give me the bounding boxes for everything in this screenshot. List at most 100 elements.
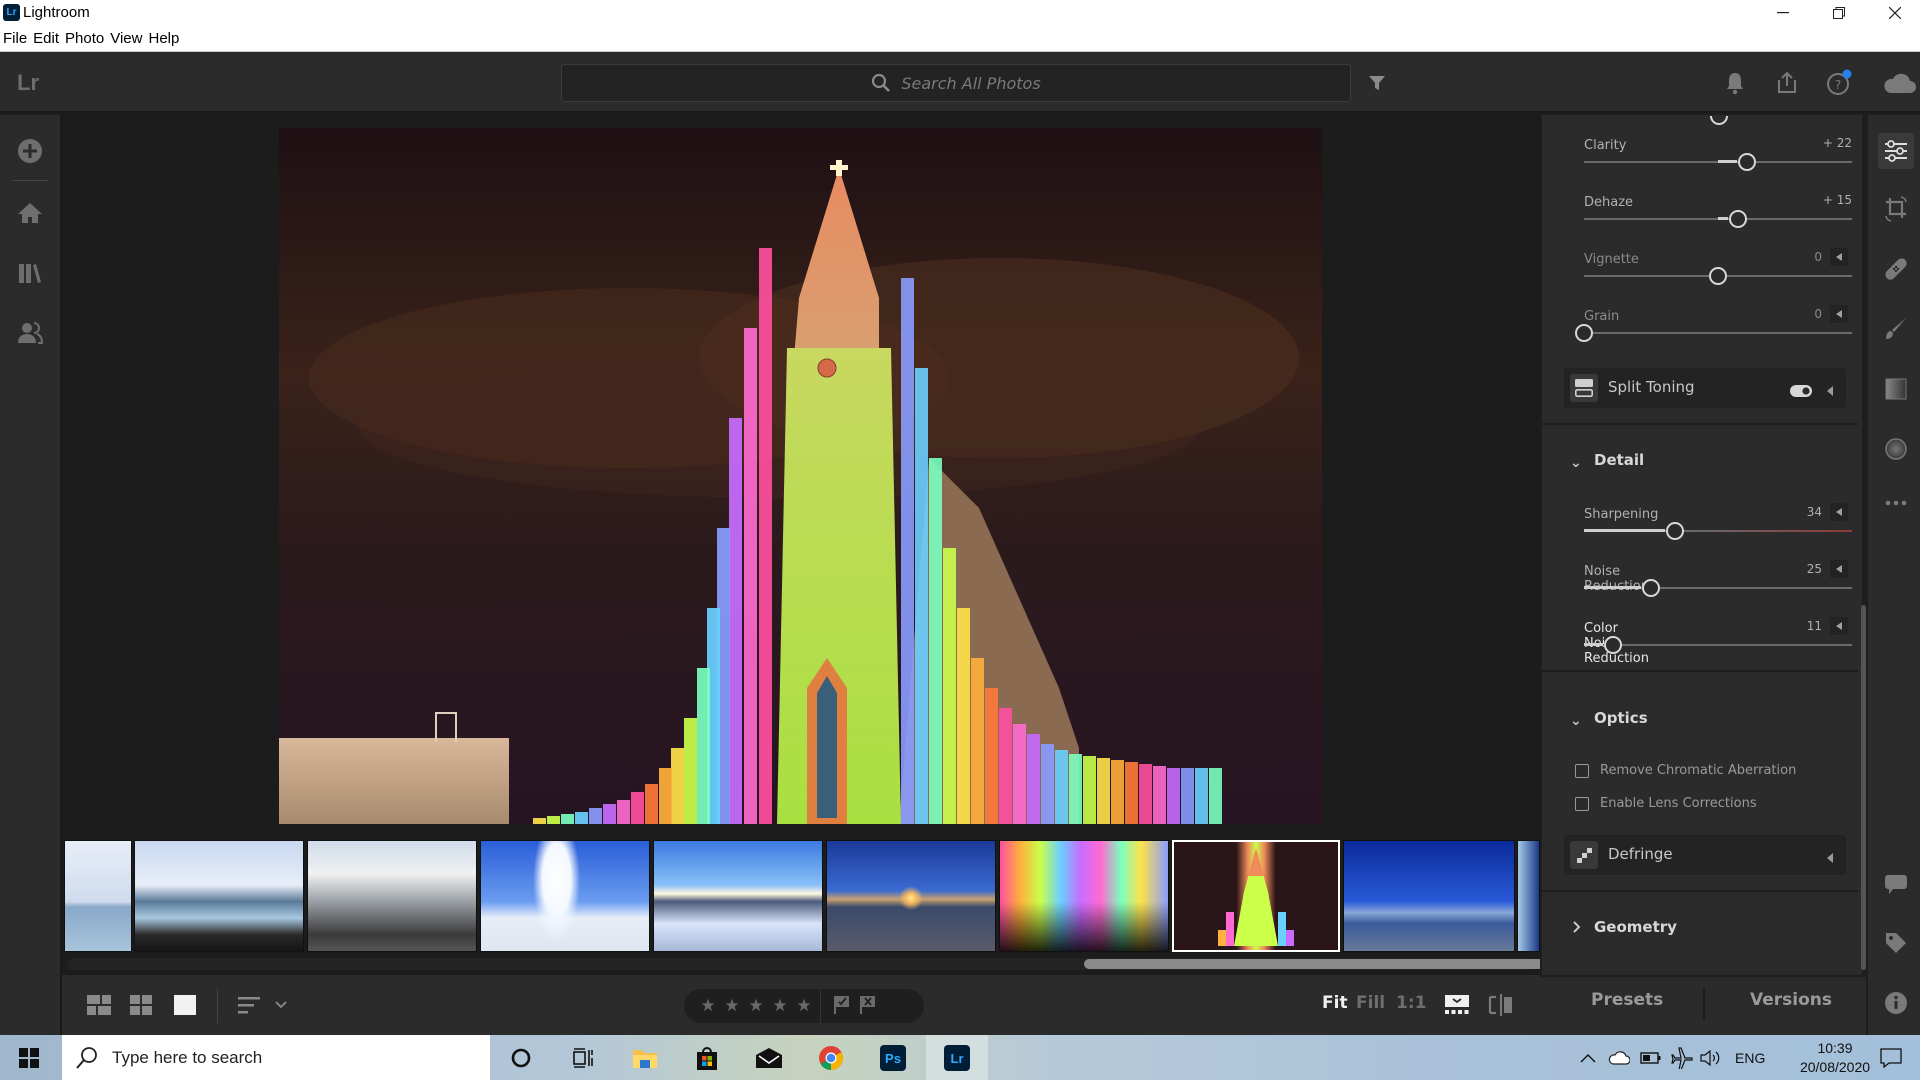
vignette-slider-handle[interactable]: [1709, 267, 1727, 285]
menu-edit[interactable]: Edit: [33, 30, 59, 47]
menu-file[interactable]: File: [3, 30, 27, 47]
action-center-button[interactable]: [1880, 1035, 1902, 1080]
volume-tray-icon[interactable]: [1700, 1035, 1724, 1080]
star-5-button[interactable]: ★: [792, 996, 816, 1016]
defringe-expand[interactable]: [1826, 849, 1834, 868]
geometry-title[interactable]: Geometry: [1594, 918, 1677, 936]
defringe-row[interactable]: Defringe: [1564, 835, 1846, 875]
battery-tray-icon[interactable]: [1640, 1035, 1662, 1080]
square-grid-button[interactable]: [86, 993, 112, 1017]
clarity-slider-handle[interactable]: [1738, 153, 1757, 171]
zoom-fill-button[interactable]: Fill: [1356, 993, 1385, 1013]
close-button[interactable]: [1872, 0, 1918, 26]
radial-gradient-button[interactable]: [1878, 431, 1914, 467]
grain-slider-track[interactable]: [1584, 332, 1852, 334]
crop-button[interactable]: [1878, 191, 1914, 227]
people-button[interactable]: [14, 317, 46, 349]
add-photos-button[interactable]: [14, 135, 46, 167]
sort-dropdown-button[interactable]: [272, 993, 290, 1017]
healing-button[interactable]: [1878, 251, 1914, 287]
color-noise-reduction-value[interactable]: 11: [1792, 619, 1822, 633]
home-button[interactable]: [14, 197, 46, 229]
filmstrip-thumbnail[interactable]: [653, 840, 823, 952]
sharpening-value[interactable]: 34: [1792, 505, 1822, 519]
photoshop-button[interactable]: Ps: [876, 1041, 910, 1075]
share-button[interactable]: [1772, 68, 1802, 98]
filmstrip-thumbnail[interactable]: [480, 840, 650, 952]
optics-section-header[interactable]: ⌄: [1570, 710, 1582, 729]
menu-photo[interactable]: Photo: [65, 30, 104, 47]
star-2-button[interactable]: ★: [720, 996, 744, 1016]
taskbar-search[interactable]: Type here to search: [62, 1035, 490, 1080]
linear-gradient-button[interactable]: [1878, 371, 1914, 407]
zoom-fit-button[interactable]: Fit: [1322, 993, 1348, 1013]
before-after-button[interactable]: [1486, 993, 1516, 1017]
store-button[interactable]: [690, 1041, 724, 1075]
presets-tab[interactable]: Presets: [1591, 990, 1663, 1010]
more-tools-button[interactable]: [1878, 485, 1914, 521]
single-view-button[interactable]: [172, 993, 198, 1017]
color-noise-reduction-slider-track[interactable]: [1584, 644, 1852, 646]
remove-chromatic-aberration-checkbox[interactable]: [1575, 764, 1589, 778]
brush-button[interactable]: [1878, 311, 1914, 347]
grain-slider-handle[interactable]: [1575, 324, 1593, 342]
color-noise-reduction-reset-button[interactable]: [1830, 617, 1848, 635]
minimize-button[interactable]: [1760, 0, 1806, 26]
lightroom-taskbar-button[interactable]: Lr: [940, 1041, 974, 1075]
cloud-sync-button[interactable]: [1880, 68, 1918, 98]
sort-button[interactable]: [238, 993, 264, 1017]
task-view-button[interactable]: [566, 1041, 600, 1075]
comments-button[interactable]: [1878, 867, 1914, 903]
optics-title[interactable]: Optics: [1594, 709, 1648, 727]
flag-pick-button[interactable]: [833, 994, 851, 1018]
detail-section-header[interactable]: ⌄: [1570, 452, 1582, 471]
keywords-button[interactable]: [1878, 925, 1914, 961]
onedrive-tray-icon[interactable]: [1608, 1035, 1630, 1080]
star-4-button[interactable]: ★: [768, 996, 792, 1016]
filmstrip-thumbnail[interactable]: [1343, 840, 1515, 952]
cortana-button[interactable]: [504, 1041, 538, 1075]
chrome-button[interactable]: [814, 1041, 848, 1075]
library-button[interactable]: [14, 257, 46, 289]
noise-reduction-slider-handle[interactable]: [1642, 579, 1660, 597]
search-input[interactable]: Search All Photos: [561, 64, 1351, 102]
versions-tab[interactable]: Versions: [1750, 990, 1832, 1010]
filmstrip-scrollbar[interactable]: [62, 956, 1578, 974]
detail-title[interactable]: Detail: [1594, 451, 1644, 469]
vignette-reset-button[interactable]: [1830, 248, 1848, 266]
airplane-mode-tray-icon[interactable]: [1670, 1035, 1694, 1080]
info-button[interactable]: [1878, 985, 1914, 1021]
clarity-value[interactable]: + 22: [1792, 136, 1852, 150]
sharpening-slider-handle[interactable]: [1666, 522, 1685, 540]
filter-button[interactable]: [1362, 68, 1392, 98]
sharpening-reset-button[interactable]: [1830, 503, 1848, 521]
file-explorer-button[interactable]: [628, 1041, 662, 1075]
dehaze-slider-handle[interactable]: [1729, 210, 1748, 228]
filmstrip-thumbnail[interactable]: [134, 840, 304, 952]
geometry-section-header[interactable]: [1572, 919, 1582, 938]
photo-grid-button[interactable]: [128, 993, 154, 1017]
filmstrip-thumbnail-selected[interactable]: [1172, 840, 1340, 952]
noise-reduction-reset-button[interactable]: [1830, 560, 1848, 578]
language-indicator[interactable]: ENG: [1735, 1035, 1765, 1080]
split-toning-expand[interactable]: [1826, 382, 1834, 401]
star-1-button[interactable]: ★: [696, 996, 720, 1016]
filmstrip-thumbnail[interactable]: [1517, 840, 1540, 952]
filmstrip-thumbnail[interactable]: [64, 840, 132, 952]
noise-reduction-value[interactable]: 25: [1792, 562, 1822, 576]
remove-chromatic-aberration-label[interactable]: Remove Chromatic Aberration: [1600, 763, 1796, 778]
flag-reject-button[interactable]: [859, 994, 877, 1018]
start-button[interactable]: [12, 1041, 46, 1075]
zoom-1to1-button[interactable]: 1:1: [1396, 993, 1426, 1013]
vignette-value[interactable]: 0: [1792, 250, 1822, 264]
filmstrip-thumbnail[interactable]: [999, 840, 1169, 952]
help-button[interactable]: ?: [1824, 68, 1854, 98]
menu-view[interactable]: View: [110, 30, 142, 47]
enable-lens-corrections-checkbox[interactable]: [1575, 797, 1589, 811]
filmstrip-toggle-button[interactable]: [1442, 993, 1472, 1017]
scrollbar-thumb[interactable]: [1084, 959, 1578, 969]
edit-button[interactable]: [1878, 133, 1914, 169]
split-toning-toggle[interactable]: [1790, 382, 1812, 401]
dehaze-value[interactable]: + 15: [1792, 193, 1852, 207]
enable-lens-corrections-label[interactable]: Enable Lens Corrections: [1600, 796, 1757, 811]
